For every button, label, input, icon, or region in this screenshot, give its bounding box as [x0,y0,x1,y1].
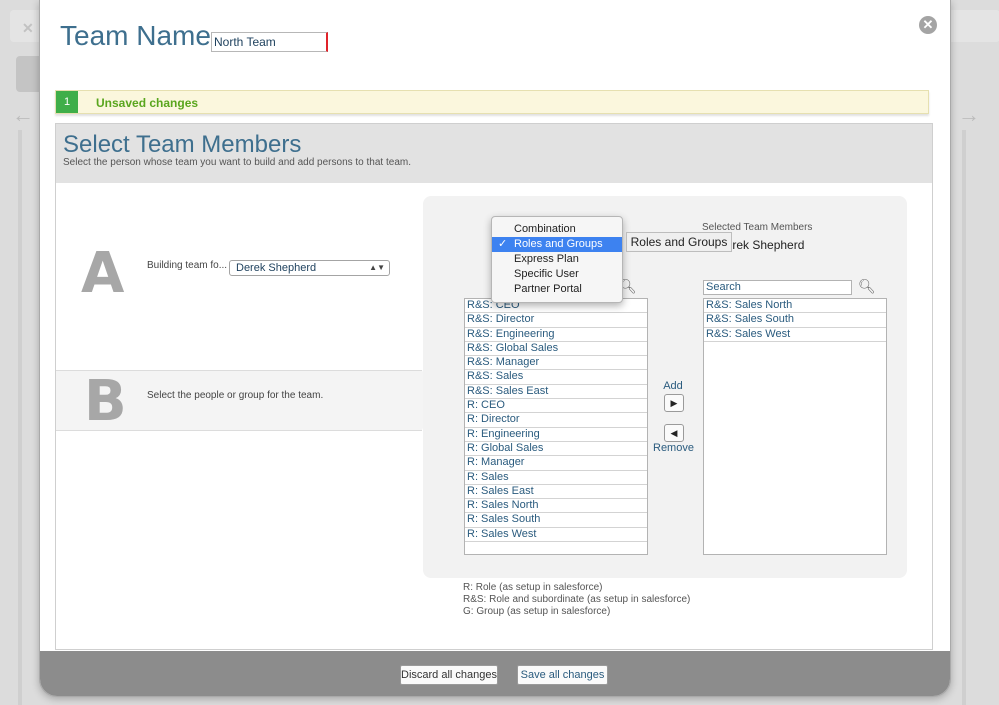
dropdown-option-specific-user[interactable]: Specific User [492,267,622,282]
list-item[interactable]: R: Sales [465,471,647,485]
panel-subtitle: Select the person whose team you want to… [63,157,411,168]
unsaved-changes-label: Unsaved changes [96,96,199,110]
available-list[interactable]: R&S: CEO R&S: Director R&S: Engineering … [464,298,648,555]
step-b-letter: B [84,369,127,434]
panel-title: Select Team Members [63,131,302,158]
background-divider [962,130,966,705]
dropdown-option-combination[interactable]: Combination [492,222,622,237]
list-item [465,542,647,554]
chevron-updown-icon: ▲▼ [369,263,385,272]
save-all-changes-button[interactable]: Save all changes [517,665,608,685]
close-icon[interactable]: ✕ [919,16,937,34]
background-close-icon: ✕ [22,20,34,36]
step-a-letter: A [81,241,125,306]
remove-button[interactable]: ◀ [664,424,684,442]
list-item[interactable]: R: Director [465,413,647,428]
list-item[interactable]: R: Engineering [465,428,647,442]
panel-header: Select Team Members Select the person wh… [56,124,932,183]
page-title: Team Name [60,20,211,51]
background-left-arrow-icon: ← [12,102,34,127]
list-item[interactable]: R: Sales West [465,528,647,543]
dropdown-option-label: Combination [514,223,576,235]
add-button[interactable]: ▶ [664,394,684,412]
list-item[interactable]: R: Sales East [465,485,647,500]
dropdown-option-roles-and-groups[interactable]: ✓ Roles and Groups [492,237,622,252]
unsaved-count-badge: 1 [56,91,78,113]
dropdown-option-express-plan[interactable]: Express Plan [492,252,622,267]
team-name-input[interactable] [211,32,328,52]
dropdown-tooltip: Roles and Groups [626,232,732,252]
list-item[interactable]: R: Sales North [465,499,647,514]
legend-role-subordinate: R&S: Role and subordinate (as setup in s… [463,594,691,605]
check-icon: ✓ [498,238,508,250]
modal-footer: Discard all changes Save all changes [40,651,950,696]
list-item[interactable]: R: Sales South [465,513,647,528]
list-item[interactable]: R&S: Sales [465,370,647,385]
background-right-arrow-icon: → [958,102,980,127]
legend-group: G: Group (as setup in salesforce) [463,606,611,617]
dropdown-option-label: Partner Portal [514,283,582,295]
list-item[interactable]: R&S: Sales West [704,328,886,342]
building-team-label: Building team fo... [147,260,228,271]
dropdown-option-partner-portal[interactable]: Partner Portal [492,282,622,297]
list-item[interactable]: R: Manager [465,456,647,471]
dropdown-option-label: Express Plan [514,253,579,265]
legend-role: R: Role (as setup in salesforce) [463,582,603,593]
unsaved-changes-banner: 1 Unsaved changes [55,90,929,114]
remove-label: Remove [653,442,694,454]
list-item[interactable]: R&S: Engineering [465,328,647,342]
person-select[interactable]: Derek Shepherd ▲▼ [229,260,390,276]
list-item[interactable]: R: Global Sales [465,442,647,457]
discard-all-changes-button[interactable]: Discard all changes [400,665,498,685]
team-builder-modal: ✕ Team Name 1 Unsaved changes Select Tea… [39,0,951,697]
background-divider [18,130,22,705]
dropdown-option-label: Specific User [514,268,579,280]
list-item[interactable]: R&S: Manager [465,356,647,371]
list-item[interactable]: R&S: Sales North [704,299,886,314]
selected-search-input[interactable]: Search [703,280,852,295]
list-item[interactable]: R: CEO [465,399,647,414]
list-item[interactable]: R&S: Sales South [704,313,886,328]
type-dropdown-menu[interactable]: Combination ✓ Roles and Groups Express P… [491,216,623,303]
add-label: Add [663,380,683,392]
step-b-label: Select the people or group for the team. [147,390,324,401]
list-item[interactable]: R&S: Sales East [465,385,647,400]
person-select-value: Derek Shepherd [236,262,317,274]
list-item[interactable]: R&S: Director [465,313,647,328]
search-icon[interactable]: 🔍︎ [858,278,876,295]
select-team-members-panel: Select Team Members Select the person wh… [55,123,933,650]
selected-list[interactable]: R&S: Sales North R&S: Sales South R&S: S… [703,298,887,555]
list-item[interactable]: R&S: Global Sales [465,342,647,357]
dropdown-option-label: Roles and Groups [514,238,603,250]
